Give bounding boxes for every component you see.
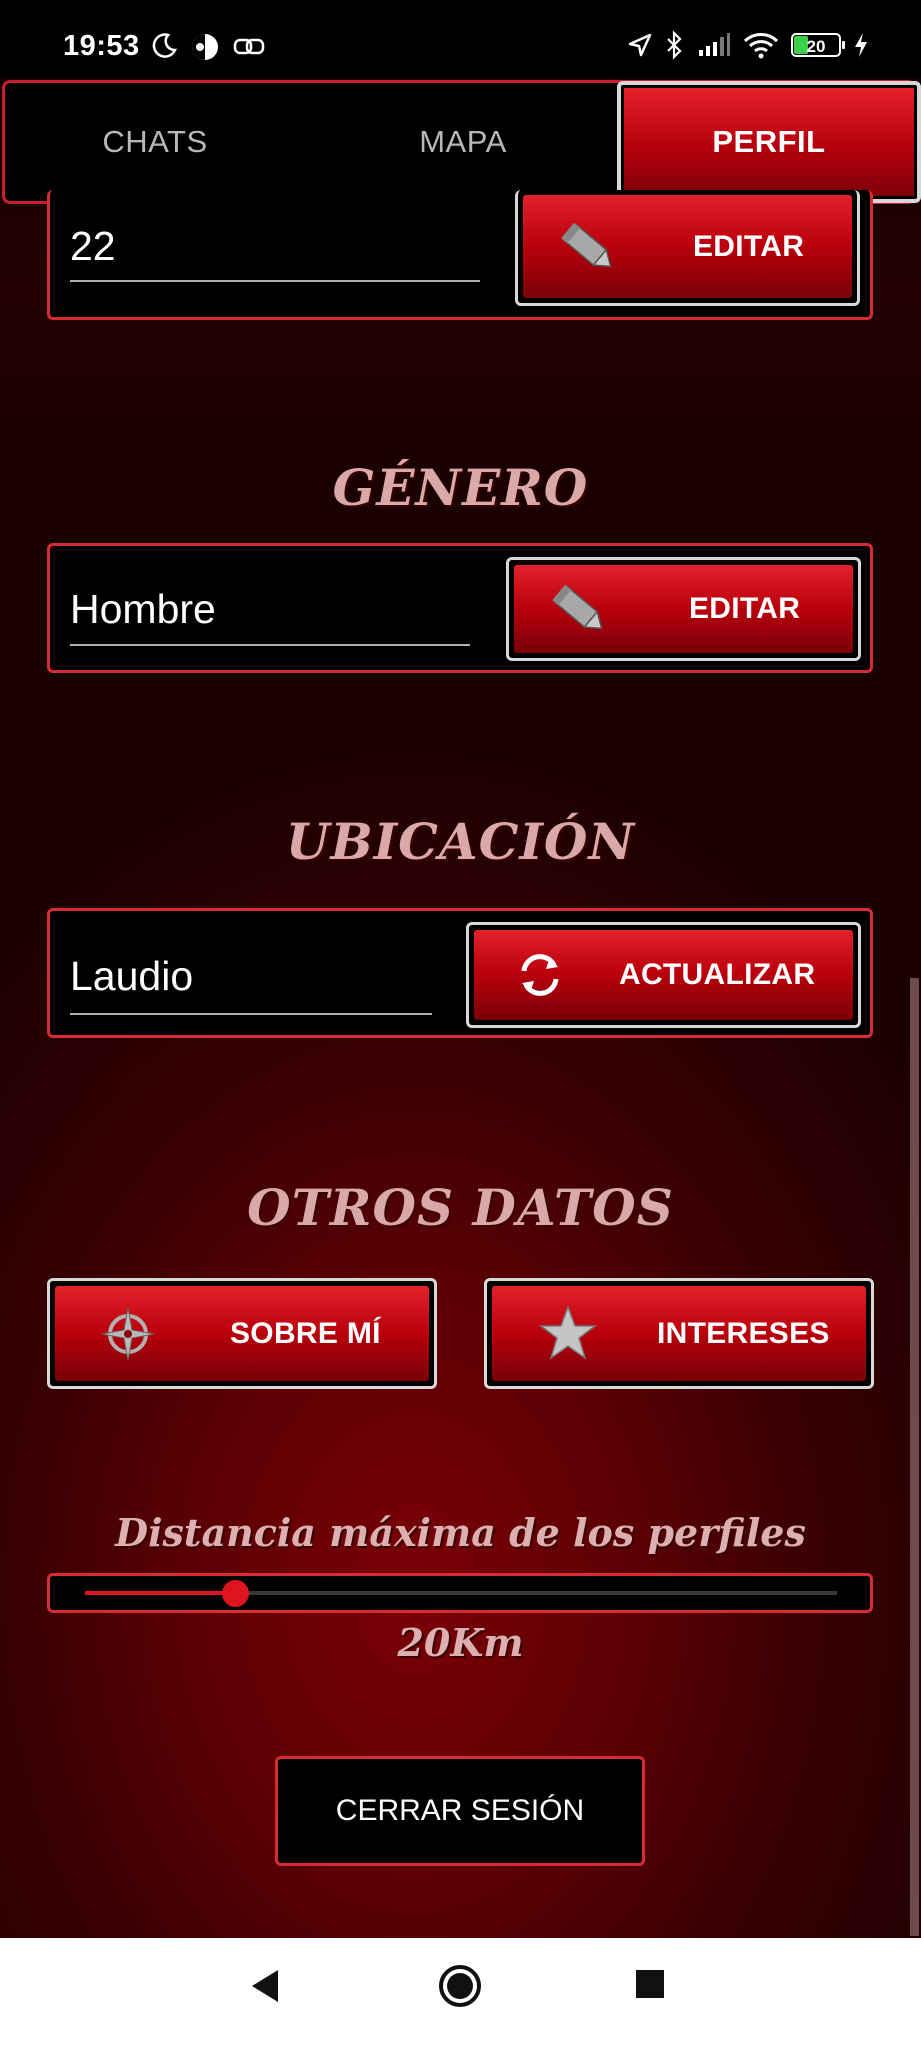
tab-mapa[interactable]: MAPA xyxy=(313,83,613,201)
charging-icon xyxy=(855,33,867,57)
distance-title: Distancia máxima de los perfiles xyxy=(115,1510,806,1555)
about-me-label: SOBRE MÍ xyxy=(230,1316,381,1350)
interests-label: INTERESES xyxy=(657,1316,830,1350)
gender-title: GÉNERO xyxy=(332,458,589,517)
moon-icon xyxy=(152,33,177,58)
tab-bar: CHATS MAPA PERFIL xyxy=(2,80,921,204)
compass-icon xyxy=(101,1307,155,1360)
home-icon[interactable] xyxy=(436,1962,484,2010)
wifi-icon xyxy=(743,33,779,59)
battery-level: 20 xyxy=(806,37,826,56)
distance-value: 20Km xyxy=(397,1620,524,1665)
contrast-icon xyxy=(192,34,218,60)
slider-fill xyxy=(85,1591,236,1595)
update-location-label: ACTUALIZAR xyxy=(619,958,816,991)
app-screen: 19:53 20 CHATS MAPA PERFIL 22 EDITAR GÉN… xyxy=(0,0,921,2048)
logout-label: CERRAR SESIÓN xyxy=(335,1794,585,1827)
location-field[interactable]: Laudio xyxy=(70,953,193,1000)
tab-perfil-label: PERFIL xyxy=(712,124,826,159)
recents-icon[interactable] xyxy=(634,1968,666,2000)
refresh-icon xyxy=(521,954,559,996)
age-field-row: 22 EDITAR xyxy=(47,190,873,320)
interests-button[interactable]: INTERESES xyxy=(484,1278,874,1389)
logout-button[interactable]: CERRAR SESIÓN xyxy=(275,1756,645,1866)
edit-gender-label: EDITAR xyxy=(689,592,801,625)
edit-age-label: EDITAR xyxy=(693,229,805,263)
tab-chats-label: CHATS xyxy=(102,124,208,159)
edit-gender-button[interactable]: EDITAR xyxy=(506,557,861,661)
link-icon xyxy=(233,38,265,55)
distance-slider[interactable] xyxy=(47,1573,873,1613)
status-time: 19:53 xyxy=(63,30,140,62)
battery-icon: 20 xyxy=(791,33,845,57)
bluetooth-icon xyxy=(667,30,682,60)
system-nav-bar xyxy=(0,1938,921,2048)
back-icon[interactable] xyxy=(248,1966,284,2006)
slider-thumb[interactable] xyxy=(222,1580,250,1607)
about-me-button[interactable]: SOBRE MÍ xyxy=(47,1278,437,1389)
pencil-icon xyxy=(561,222,612,267)
gender-field-row: Hombre EDITAR xyxy=(47,543,873,673)
status-bar: 19:53 20 xyxy=(0,0,921,78)
location-field-row: Laudio ACTUALIZAR xyxy=(47,908,873,1038)
other-data-title: OTROS DATOS xyxy=(247,1178,674,1237)
location-arrow-icon xyxy=(628,33,652,57)
gender-field[interactable]: Hombre xyxy=(70,586,216,633)
tab-chats[interactable]: CHATS xyxy=(5,83,305,201)
scrollbar[interactable] xyxy=(910,978,919,1936)
tab-mapa-label: MAPA xyxy=(419,124,507,159)
tab-perfil[interactable]: PERFIL xyxy=(617,81,921,203)
star-icon xyxy=(538,1304,598,1360)
signal-icon xyxy=(699,33,730,56)
age-field[interactable]: 22 xyxy=(70,223,116,270)
location-title: UBICACIÓN xyxy=(285,812,636,871)
pencil-icon xyxy=(552,584,603,630)
edit-age-button[interactable]: EDITAR xyxy=(515,190,860,306)
update-location-button[interactable]: ACTUALIZAR xyxy=(466,922,861,1028)
